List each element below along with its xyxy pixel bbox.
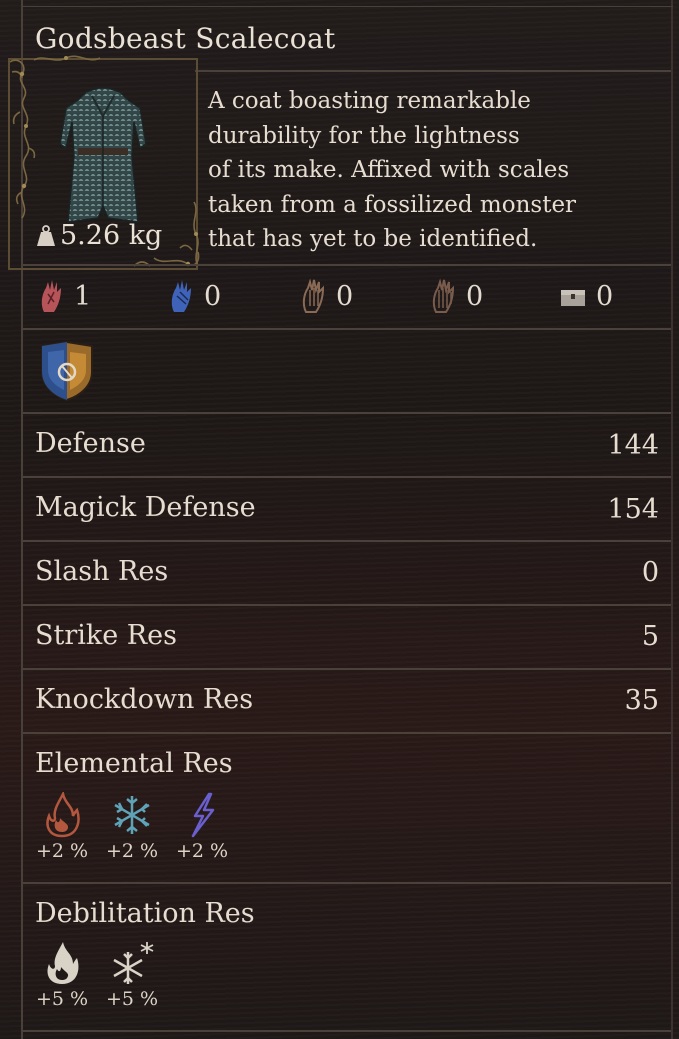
description-line: durability for the lightness: [208, 122, 520, 149]
item-name: Godsbeast Scalecoat: [35, 22, 336, 55]
rift-cost-chest: 0: [558, 278, 613, 314]
elemental-res-fire: +2 %: [36, 792, 88, 862]
fire-icon: [46, 792, 80, 838]
rift-cost-value: 1: [74, 280, 92, 312]
panel-right-border: [671, 0, 673, 1039]
divider: [22, 412, 671, 414]
divider: [195, 70, 671, 72]
divider: [22, 882, 671, 884]
item-description: A coat boasting remarkable durability fo…: [208, 84, 658, 257]
weight-icon: [37, 224, 55, 246]
rift-cost-dark: 0: [428, 278, 483, 314]
rift-cost-value: 0: [596, 280, 614, 312]
rift-cost-blue: 0: [166, 278, 221, 314]
rift-cost-red: 1: [36, 278, 91, 314]
rift-cost-value: 0: [336, 280, 354, 312]
rift-cost-value: 0: [204, 280, 222, 312]
stat-value-slash-res: 0: [641, 557, 659, 588]
divider: [22, 732, 671, 734]
stat-label-strike-res: Strike Res: [35, 620, 177, 651]
blue-hand-icon: [171, 280, 191, 312]
elemental-res-value: +2 %: [176, 840, 229, 862]
chest-icon: [561, 290, 585, 306]
divider: [22, 668, 671, 670]
panel-top-border: [21, 6, 673, 7]
weight-value: 5.26 kg: [60, 220, 163, 251]
description-line: A coat boasting remarkable: [208, 88, 531, 114]
elemental-res-lightning: +2 %: [176, 792, 228, 862]
stat-label-slash-res: Slash Res: [35, 556, 169, 587]
rift-cost-value: 0: [466, 280, 484, 312]
divider: [22, 328, 671, 330]
stat-value-magick-defense: 154: [607, 494, 659, 525]
frozen-icon: [113, 942, 154, 984]
stat-value-defense: 144: [607, 430, 659, 461]
divider: [22, 540, 671, 542]
elemental-res-heading: Elemental Res: [35, 748, 233, 779]
rift-cost-bronze: 0: [298, 278, 353, 314]
ice-icon: [114, 796, 150, 834]
description-line: of its make. Affixed with scales: [208, 157, 570, 183]
item-weight: 5.26 kg: [36, 220, 162, 251]
bronze-hand-icon: [302, 278, 325, 313]
stat-label-knockdown-res: Knockdown Res: [35, 684, 254, 715]
item-details-panel: Godsbeast Scalecoat 5.26 kg A coat boast…: [0, 0, 679, 1039]
debilitation-res-value: +5 %: [106, 988, 159, 1010]
debilitation-res-frozen: +5 %: [106, 940, 158, 1010]
dark-hand-icon: [432, 278, 455, 313]
debilitation-res-value: +5 %: [36, 988, 89, 1010]
scalecoat-armor-icon: [59, 87, 147, 223]
divider: [22, 476, 671, 478]
vocation-crest-icon: [41, 340, 93, 402]
lightning-icon: [191, 792, 215, 838]
description-line: taken from a fossilized monster: [208, 191, 577, 218]
stat-label-defense: Defense: [35, 428, 146, 459]
description-line: that has yet to be identified.: [208, 226, 538, 252]
stat-value-knockdown-res: 35: [624, 685, 659, 716]
debilitation-res-heading: Debilitation Res: [35, 898, 255, 929]
debilitation-res-burn: +5 %: [36, 940, 88, 1010]
divider: [22, 604, 671, 606]
divider: [22, 264, 671, 266]
rift-stone-costs: 1 0 0 0 0: [32, 278, 662, 318]
elemental-res-value: +2 %: [106, 840, 159, 862]
burn-icon: [47, 942, 79, 984]
stat-value-strike-res: 5: [641, 621, 659, 652]
elemental-res-value: +2 %: [36, 840, 89, 862]
stat-label-magick-defense: Magick Defense: [35, 492, 256, 523]
red-hand-icon: [41, 280, 61, 312]
divider: [22, 1030, 671, 1032]
elemental-res-ice: +2 %: [106, 792, 158, 862]
